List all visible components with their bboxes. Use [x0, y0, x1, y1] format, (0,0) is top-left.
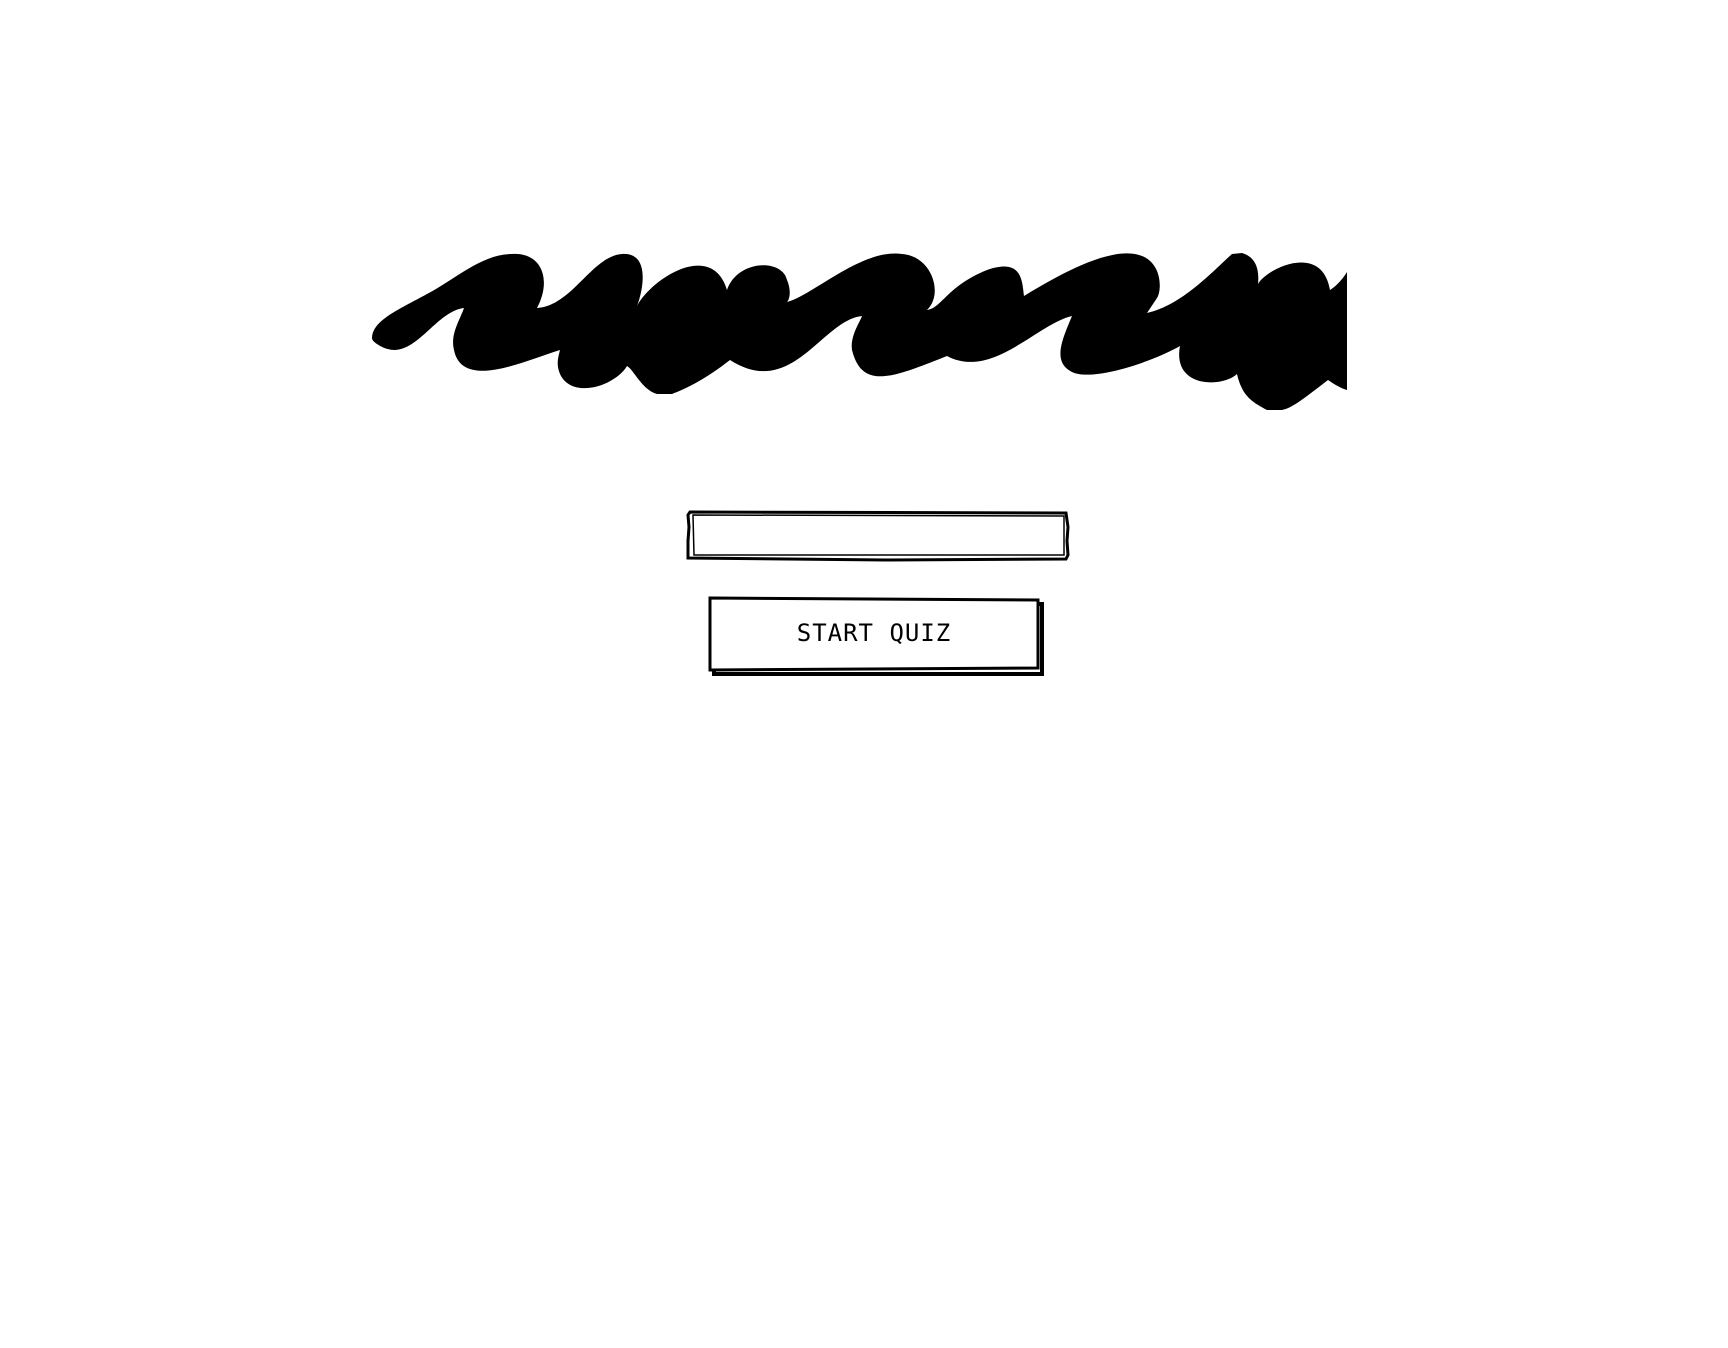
name-input[interactable] [694, 513, 1060, 553]
start-quiz-label: START QUIZ [796, 619, 952, 647]
name-field-container [686, 507, 1072, 563]
quiz-start-page: START QUIZ [0, 0, 1728, 1348]
title-scribble-graphic [372, 253, 1347, 410]
start-quiz-button[interactable]: START QUIZ [708, 594, 1048, 678]
